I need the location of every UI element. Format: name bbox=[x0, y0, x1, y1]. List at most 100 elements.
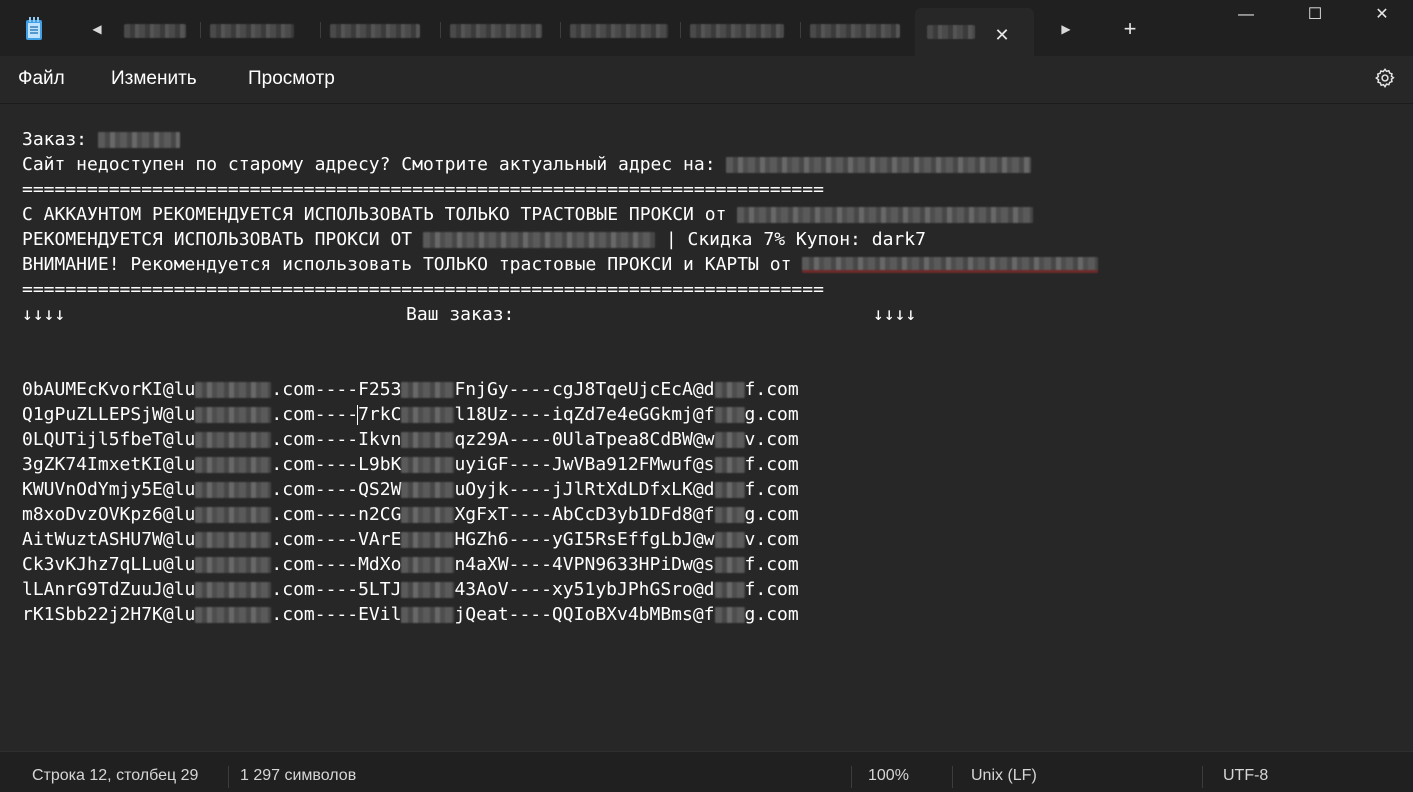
menu-bar: Файл Изменить Просмотр bbox=[0, 56, 1413, 102]
tab[interactable] bbox=[562, 8, 678, 52]
account-password-email: HGZh6----yGI5RsEffgLbJ@w bbox=[454, 529, 715, 550]
order-label: Заказ: bbox=[22, 129, 88, 150]
editor-line: РЕКОМЕНДУЕТСЯ ИСПОЛЬЗОВАТЬ ПРОКСИ ОТ | С… bbox=[22, 227, 926, 252]
account-domain: .com----MdXo bbox=[271, 554, 402, 575]
account-password-email: uOyjk----jJlRtXdLDfxLK@d bbox=[454, 479, 715, 500]
account-user: rK1Sbb22j2H7K@lu bbox=[22, 604, 196, 625]
menu-edit[interactable]: Изменить bbox=[111, 68, 197, 90]
account-password-email: 43AoV----xy51ybJPhGSro@d bbox=[454, 579, 715, 600]
account-domain: 7rkC bbox=[358, 404, 402, 425]
account-line: 3gZK74ImxetKI@lu .com----L9bK uyiGF----JwV… bbox=[22, 452, 799, 477]
close-window-button[interactable]: ✕ bbox=[1350, 0, 1413, 30]
tab[interactable] bbox=[202, 8, 318, 52]
redacted bbox=[714, 407, 745, 423]
redacted bbox=[401, 432, 455, 448]
tab-separator bbox=[800, 22, 801, 38]
tab-title-redacted bbox=[927, 25, 975, 39]
tab[interactable] bbox=[442, 8, 558, 52]
status-separator bbox=[1202, 766, 1203, 788]
account-domain: .com----QS2W bbox=[271, 479, 402, 500]
redacted bbox=[714, 507, 745, 523]
account-password-email: qz29A----0UlaTpea8CdBW@w bbox=[454, 429, 715, 450]
separator-line: ========================================… bbox=[22, 179, 824, 200]
tab[interactable] bbox=[322, 8, 438, 52]
account-domain: .com----5LTJ bbox=[271, 579, 402, 600]
redacted bbox=[195, 607, 272, 623]
account-password-email: uyiGF----JwVBa912FMwuf@s bbox=[454, 454, 715, 475]
separator-line: ========================================… bbox=[22, 279, 824, 300]
tab-separator bbox=[440, 22, 441, 38]
account-domain: .com----n2CG bbox=[271, 504, 402, 525]
account-line: Q1gPuZLLEPSjW@lu .com----7rkC l18Uz----iqZ… bbox=[22, 402, 799, 427]
zoom-level[interactable]: 100% bbox=[868, 767, 909, 785]
menu-file[interactable]: Файл bbox=[18, 68, 65, 90]
account-password-email: FnjGy----cgJ8TqeUjcEcA@d bbox=[454, 379, 715, 400]
account-email-domain: g.com bbox=[744, 504, 799, 525]
scroll-tabs-right-icon[interactable]: ▶ bbox=[1058, 21, 1074, 37]
account-line: lLAnrG9TdZuuJ@lu .com----5LTJ 43AoV----xy5… bbox=[22, 577, 799, 602]
redacted bbox=[195, 432, 272, 448]
redacted bbox=[401, 482, 455, 498]
account-line: 0bAUMEcKvorKI@lu .com----F253 FnjGy----cgJ… bbox=[22, 377, 799, 402]
account-password-email: l18Uz----iqZd7e4eGGkmj@f bbox=[454, 404, 715, 425]
redacted bbox=[401, 382, 455, 398]
account-user: 0bAUMEcKvorKI@lu bbox=[22, 379, 196, 400]
account-user: KWUVnOdYmjy5E@lu bbox=[22, 479, 196, 500]
close-tab-icon[interactable]: ✕ bbox=[993, 26, 1011, 44]
account-user: 3gZK74ImxetKI@lu bbox=[22, 454, 196, 475]
your-order-label: Ваш заказ: bbox=[406, 304, 515, 325]
status-separator bbox=[228, 766, 229, 788]
redacted bbox=[195, 532, 272, 548]
cursor-position[interactable]: Строка 12, столбец 29 bbox=[32, 767, 198, 785]
url-redacted bbox=[802, 257, 1099, 273]
account-user: AitWuztASHU7W@lu bbox=[22, 529, 196, 550]
tab[interactable] bbox=[802, 8, 912, 52]
redacted bbox=[401, 457, 455, 473]
redacted bbox=[195, 507, 272, 523]
account-domain: .com----L9bK bbox=[271, 454, 402, 475]
order-number-redacted bbox=[97, 132, 180, 148]
menu-view[interactable]: Просмотр bbox=[248, 68, 335, 90]
account-password-email: jQeat----QQIoBXv4bMBms@f bbox=[454, 604, 715, 625]
character-count: 1 297 символов bbox=[240, 767, 357, 784]
arrows-left: ↓↓↓↓ bbox=[22, 304, 66, 325]
url-redacted bbox=[726, 157, 1032, 173]
redacted bbox=[714, 482, 745, 498]
site-notice: Сайт недоступен по старому адресу? Смотр… bbox=[22, 154, 716, 175]
tab-active[interactable]: ✕ bbox=[915, 8, 1034, 56]
url-redacted bbox=[422, 232, 655, 248]
coupon-text: | Скидка 7% Купон: dark7 bbox=[665, 229, 926, 250]
account-user: 0LQUTijl5fbeT@lu bbox=[22, 429, 196, 450]
redacted bbox=[195, 457, 272, 473]
account-email-domain: v.com bbox=[744, 429, 799, 450]
account-email-domain: g.com bbox=[744, 604, 799, 625]
minimize-button[interactable]: — bbox=[1214, 0, 1278, 30]
redacted bbox=[401, 407, 455, 423]
editor-line: Сайт недоступен по старому адресу? Смотр… bbox=[22, 152, 1032, 177]
scroll-tabs-left-icon[interactable]: ◀ bbox=[89, 21, 105, 37]
redacted bbox=[195, 482, 272, 498]
account-email-domain: g.com bbox=[744, 404, 799, 425]
proxy-notice: РЕКОМЕНДУЕТСЯ ИСПОЛЬЗОВАТЬ ПРОКСИ ОТ bbox=[22, 229, 413, 250]
new-tab-button[interactable]: + bbox=[1120, 18, 1140, 40]
status-bar: Строка 12, столбец 29 1 297 символов 100… bbox=[0, 751, 1413, 792]
redacted bbox=[195, 582, 272, 598]
account-password-email: XgFxT----AbCcD3yb1DFd8@f bbox=[454, 504, 715, 525]
account-email-domain: f.com bbox=[744, 579, 799, 600]
redacted bbox=[401, 557, 455, 573]
account-line: AitWuztASHU7W@lu .com----VArE HGZh6----yGI… bbox=[22, 527, 799, 552]
redacted bbox=[714, 557, 745, 573]
status-separator bbox=[952, 766, 953, 788]
gear-icon[interactable] bbox=[1374, 67, 1396, 89]
redacted bbox=[714, 432, 745, 448]
line-ending[interactable]: Unix (LF) bbox=[971, 767, 1037, 785]
tab-title-redacted bbox=[210, 24, 294, 38]
tab-title-redacted bbox=[450, 24, 542, 38]
tab[interactable] bbox=[110, 8, 200, 52]
maximize-button[interactable]: ☐ bbox=[1283, 0, 1347, 30]
tab[interactable] bbox=[682, 8, 798, 52]
encoding[interactable]: UTF-8 bbox=[1223, 767, 1268, 785]
tab-separator bbox=[200, 22, 201, 38]
account-user: m8xoDvzOVKpz6@lu bbox=[22, 504, 196, 525]
redacted bbox=[195, 557, 272, 573]
